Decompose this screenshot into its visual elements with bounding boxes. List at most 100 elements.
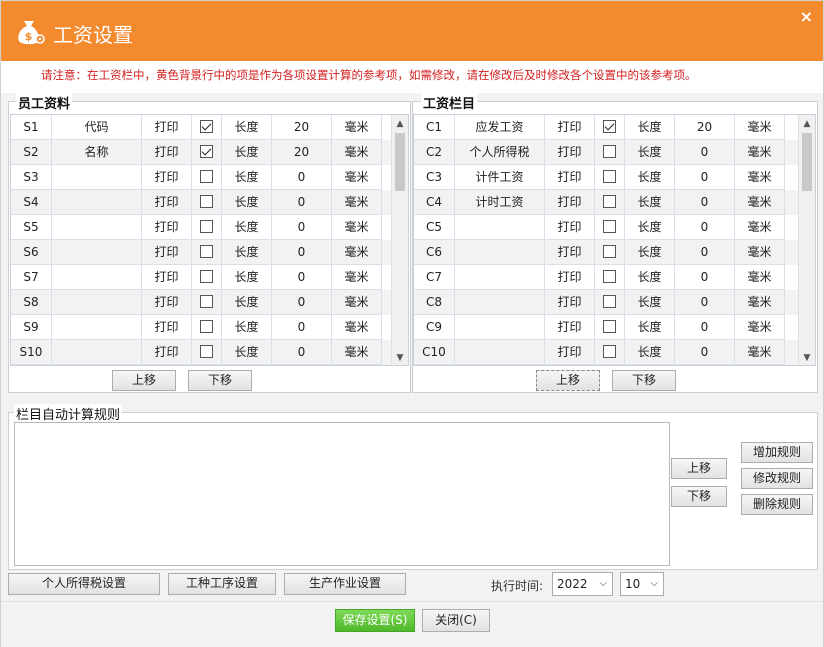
process-settings-button[interactable]: 工种工序设置	[168, 573, 276, 595]
table-row[interactable]: S4 打印 长度 0 毫米	[11, 190, 408, 215]
table-row[interactable]: S1 代码 打印 长度 20 毫米	[11, 115, 408, 140]
table-row[interactable]: C9 打印 长度 0 毫米	[414, 315, 815, 340]
length-value[interactable]: 0	[272, 315, 332, 340]
field-name[interactable]	[455, 215, 545, 240]
checkbox[interactable]	[200, 295, 213, 308]
table-row[interactable]: C1 应发工资 打印 长度 20 毫米	[414, 115, 815, 140]
field-name[interactable]	[455, 290, 545, 315]
print-checkbox[interactable]	[192, 315, 222, 340]
print-checkbox[interactable]	[595, 190, 625, 215]
field-name[interactable]	[455, 265, 545, 290]
checkbox[interactable]	[200, 345, 213, 358]
print-checkbox[interactable]	[595, 315, 625, 340]
print-checkbox[interactable]	[192, 190, 222, 215]
field-name[interactable]	[52, 165, 142, 190]
scroll-up-icon[interactable]: ▲	[799, 117, 815, 131]
print-checkbox[interactable]	[192, 140, 222, 165]
length-value[interactable]: 0	[272, 190, 332, 215]
checkbox[interactable]	[603, 245, 616, 258]
add-rule-button[interactable]: 增加规则	[741, 442, 813, 463]
checkbox[interactable]	[603, 320, 616, 333]
production-settings-button[interactable]: 生产作业设置	[284, 573, 406, 595]
checkbox[interactable]	[200, 270, 213, 283]
table-row[interactable]: C4 计时工资 打印 长度 0 毫米	[414, 190, 815, 215]
scroll-thumb[interactable]	[802, 133, 812, 191]
print-checkbox[interactable]	[595, 265, 625, 290]
month-select[interactable]: 10 ⌵	[620, 572, 664, 596]
edit-rule-button[interactable]: 修改规则	[741, 468, 813, 489]
length-value[interactable]: 0	[675, 290, 735, 315]
field-name[interactable]: 计件工资	[455, 165, 545, 190]
employee-move-up-button[interactable]: 上移	[112, 370, 176, 391]
length-value[interactable]: 20	[675, 115, 735, 140]
field-name[interactable]	[455, 315, 545, 340]
length-value[interactable]: 20	[272, 115, 332, 140]
checkbox[interactable]	[603, 120, 616, 133]
length-value[interactable]: 0	[675, 165, 735, 190]
print-checkbox[interactable]	[192, 265, 222, 290]
checkbox[interactable]	[603, 345, 616, 358]
length-value[interactable]: 0	[675, 215, 735, 240]
checkbox[interactable]	[603, 170, 616, 183]
print-checkbox[interactable]	[192, 215, 222, 240]
print-checkbox[interactable]	[595, 140, 625, 165]
checkbox[interactable]	[200, 120, 213, 133]
length-value[interactable]: 0	[272, 265, 332, 290]
employee-move-down-button[interactable]: 下移	[188, 370, 252, 391]
length-value[interactable]: 0	[675, 265, 735, 290]
close-button[interactable]: 关闭(C)	[422, 609, 490, 632]
print-checkbox[interactable]	[192, 340, 222, 365]
checkbox[interactable]	[603, 220, 616, 233]
table-row[interactable]: C2 个人所得税 打印 长度 0 毫米	[414, 140, 815, 165]
length-value[interactable]: 20	[272, 140, 332, 165]
rule-move-up-button[interactable]: 上移	[671, 458, 727, 479]
length-value[interactable]: 0	[675, 140, 735, 165]
tax-settings-button[interactable]: 个人所得税设置	[8, 573, 160, 595]
table-row[interactable]: C10 打印 长度 0 毫米	[414, 340, 815, 365]
field-name[interactable]	[52, 290, 142, 315]
field-name[interactable]	[52, 215, 142, 240]
year-select[interactable]: 2022 ⌵	[552, 572, 613, 596]
print-checkbox[interactable]	[595, 340, 625, 365]
table-row[interactable]: C7 打印 长度 0 毫米	[414, 265, 815, 290]
print-checkbox[interactable]	[192, 165, 222, 190]
scroll-up-icon[interactable]: ▲	[392, 117, 408, 131]
field-name[interactable]	[52, 240, 142, 265]
table-row[interactable]: C6 打印 长度 0 毫米	[414, 240, 815, 265]
checkbox[interactable]	[603, 295, 616, 308]
print-checkbox[interactable]	[595, 240, 625, 265]
save-settings-button[interactable]: 保存设置(S)	[335, 609, 415, 632]
checkbox[interactable]	[603, 145, 616, 158]
field-name[interactable]	[52, 315, 142, 340]
vertical-scrollbar[interactable]: ▲ ▼	[798, 115, 815, 365]
scroll-down-icon[interactable]: ▼	[799, 351, 815, 365]
length-value[interactable]: 0	[272, 340, 332, 365]
table-row[interactable]: C5 打印 长度 0 毫米	[414, 215, 815, 240]
checkbox[interactable]	[200, 170, 213, 183]
field-name[interactable]: 代码	[52, 115, 142, 140]
length-value[interactable]: 0	[675, 190, 735, 215]
checkbox[interactable]	[200, 245, 213, 258]
salary-move-down-button[interactable]: 下移	[612, 370, 676, 391]
length-value[interactable]: 0	[272, 215, 332, 240]
print-checkbox[interactable]	[192, 240, 222, 265]
table-row[interactable]: S7 打印 长度 0 毫米	[11, 265, 408, 290]
checkbox[interactable]	[200, 220, 213, 233]
checkbox[interactable]	[603, 270, 616, 283]
length-value[interactable]: 0	[272, 290, 332, 315]
length-value[interactable]: 0	[675, 315, 735, 340]
print-checkbox[interactable]	[595, 290, 625, 315]
field-name[interactable]: 应发工资	[455, 115, 545, 140]
checkbox[interactable]	[200, 320, 213, 333]
field-name[interactable]: 计时工资	[455, 190, 545, 215]
length-value[interactable]: 0	[675, 240, 735, 265]
table-row[interactable]: S9 打印 长度 0 毫米	[11, 315, 408, 340]
length-value[interactable]: 0	[272, 240, 332, 265]
field-name[interactable]: 个人所得税	[455, 140, 545, 165]
scroll-down-icon[interactable]: ▼	[392, 351, 408, 365]
length-value[interactable]: 0	[272, 165, 332, 190]
table-row[interactable]: C3 计件工资 打印 长度 0 毫米	[414, 165, 815, 190]
checkbox[interactable]	[200, 145, 213, 158]
table-row[interactable]: S8 打印 长度 0 毫米	[11, 290, 408, 315]
rule-move-down-button[interactable]: 下移	[671, 486, 727, 507]
